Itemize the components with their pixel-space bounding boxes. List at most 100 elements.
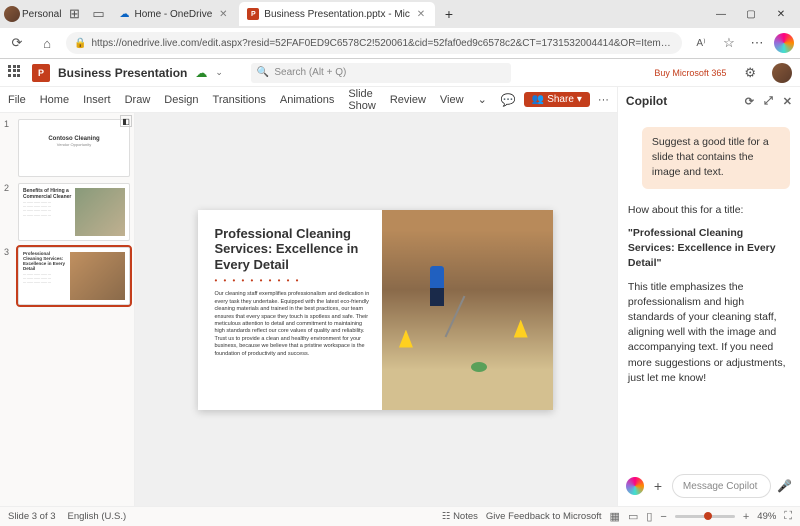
share-label: Share bbox=[547, 94, 574, 105]
notes-button[interactable]: ☷ Notes bbox=[442, 511, 478, 522]
tab-powerpoint[interactable]: P Business Presentation.pptx - Mic ✕ bbox=[239, 2, 435, 26]
thumb-number: 1 bbox=[4, 119, 14, 177]
zoom-thumb[interactable] bbox=[704, 512, 712, 520]
slide-counter[interactable]: Slide 3 of 3 bbox=[8, 511, 56, 522]
slide-canvas[interactable]: Professional Cleaning Services: Excellen… bbox=[135, 113, 617, 506]
microphone-icon[interactable]: 🎤 bbox=[777, 479, 792, 493]
normal-view-icon[interactable]: ▦ bbox=[610, 510, 620, 523]
buy-m365-link[interactable]: Buy Microsoft 365 bbox=[654, 68, 726, 78]
zoom-in-icon[interactable]: + bbox=[743, 511, 749, 523]
copilot-explanation: This title emphasizes the professionalis… bbox=[628, 280, 790, 387]
slide-text-area: Professional Cleaning Services: Excellen… bbox=[198, 210, 381, 410]
close-icon[interactable]: ✕ bbox=[217, 8, 229, 20]
thumbnail-3[interactable]: 3 Professional Cleaning Services: Excell… bbox=[4, 247, 130, 305]
ribbon-tab-review[interactable]: Review bbox=[390, 94, 426, 106]
url-input[interactable]: 🔒 https://onedrive.live.com/edit.aspx?re… bbox=[66, 32, 682, 54]
tab-strip: Personal ⊞ ▭ ☁ Home - OneDrive ✕ P Busin… bbox=[0, 0, 800, 28]
ribbon-tab-design[interactable]: Design bbox=[164, 94, 198, 106]
home-icon[interactable]: ⌂ bbox=[36, 32, 58, 54]
slideshow-view-icon[interactable]: ▭ bbox=[628, 510, 638, 523]
workspace: ◧ 1 Contoso CleaningVendor Opportunity 2… bbox=[0, 113, 617, 506]
onedrive-icon: ☁ bbox=[119, 9, 129, 20]
tab-actions-icon[interactable]: ▭ bbox=[87, 3, 109, 25]
copilot-icon[interactable] bbox=[774, 33, 794, 53]
ribbon-more-button[interactable]: ··· bbox=[598, 94, 609, 106]
profile-label: Personal bbox=[22, 9, 61, 20]
window-controls: ― ▢ ✕ bbox=[706, 1, 796, 27]
chevron-down-icon[interactable]: ⌄ bbox=[215, 67, 223, 78]
copilot-response: How about this for a title: "Professiona… bbox=[628, 203, 790, 386]
tab-label: Business Presentation.pptx - Mic bbox=[264, 9, 410, 20]
close-icon[interactable]: ✕ bbox=[415, 8, 427, 20]
collapse-thumbnails-icon[interactable]: ◧ bbox=[120, 115, 132, 127]
slide-heading[interactable]: Professional Cleaning Services: Excellen… bbox=[214, 226, 369, 273]
minimize-button[interactable]: ― bbox=[706, 1, 736, 27]
zoom-slider[interactable] bbox=[675, 515, 735, 518]
browser-chrome: Personal ⊞ ▭ ☁ Home - OneDrive ✕ P Busin… bbox=[0, 0, 800, 59]
title-bar: P Business Presentation ☁ ⌄ 🔍 Search (Al… bbox=[0, 59, 800, 87]
ribbon-tab-file[interactable]: File bbox=[8, 94, 26, 106]
tab-label: Home - OneDrive bbox=[134, 9, 212, 20]
ribbon-tab-view[interactable]: View bbox=[440, 94, 464, 106]
copilot-sparkle-icon[interactable] bbox=[626, 477, 644, 495]
thumbnail-2[interactable]: 2 Benefits of Hiring a Commercial Cleane… bbox=[4, 183, 130, 241]
share-icon: 👥 bbox=[532, 94, 544, 105]
share-button[interactable]: 👥 Share ▾ bbox=[524, 92, 590, 107]
maximize-button[interactable]: ▢ bbox=[736, 1, 766, 27]
copilot-intro: How about this for a title: bbox=[628, 203, 790, 218]
document-title[interactable]: Business Presentation bbox=[58, 66, 187, 80]
refresh-icon[interactable]: ⟳ bbox=[745, 95, 754, 108]
slide[interactable]: Professional Cleaning Services: Excellen… bbox=[198, 210, 553, 410]
ribbon-tab-animations[interactable]: Animations bbox=[280, 94, 334, 106]
ribbon-tab-slideshow[interactable]: Slide Show bbox=[348, 88, 376, 112]
language-status[interactable]: English (U.S.) bbox=[68, 511, 127, 522]
slide-image[interactable] bbox=[382, 210, 554, 410]
profile-avatar-icon[interactable] bbox=[4, 6, 20, 22]
copilot-input-row: + Message Copilot 🎤 bbox=[618, 468, 800, 506]
zoom-level[interactable]: 49% bbox=[757, 511, 776, 522]
copilot-input[interactable]: Message Copilot bbox=[672, 474, 771, 498]
saved-cloud-icon[interactable]: ☁ bbox=[195, 66, 207, 80]
mop-head-icon bbox=[471, 362, 487, 372]
refresh-icon[interactable]: ⟳ bbox=[6, 32, 28, 54]
thumbnail-1[interactable]: 1 Contoso CleaningVendor Opportunity bbox=[4, 119, 130, 177]
ribbon-tab-draw[interactable]: Draw bbox=[125, 94, 151, 106]
slide-body-text[interactable]: Our cleaning staff exemplifies professio… bbox=[214, 291, 369, 358]
new-tab-button[interactable]: + bbox=[437, 2, 461, 26]
tab-onedrive[interactable]: ☁ Home - OneDrive ✕ bbox=[111, 2, 237, 26]
copilot-conversation: Suggest a good title for a slide that co… bbox=[618, 115, 800, 468]
thumb-image-placeholder bbox=[70, 252, 125, 300]
search-input[interactable]: 🔍 Search (Alt + Q) bbox=[251, 63, 511, 83]
comments-icon[interactable]: 💬 bbox=[501, 93, 516, 107]
ribbon-tab-home[interactable]: Home bbox=[40, 94, 69, 106]
copilot-header: Copilot ⟳ ⤢ ✕ bbox=[618, 87, 800, 115]
powerpoint-app: P Business Presentation ☁ ⌄ 🔍 Search (Al… bbox=[0, 59, 800, 526]
feedback-link[interactable]: Give Feedback to Microsoft bbox=[486, 511, 602, 522]
favorite-icon[interactable]: ☆ bbox=[718, 32, 740, 54]
search-icon: 🔍 bbox=[257, 67, 269, 78]
copilot-suggestion: "Professional Cleaning Services: Excelle… bbox=[628, 227, 776, 269]
status-bar: Slide 3 of 3 English (U.S.) ☷ Notes Give… bbox=[0, 506, 800, 526]
account-avatar[interactable] bbox=[772, 63, 792, 83]
ribbon-chevron-icon[interactable]: ⌄ bbox=[478, 93, 487, 106]
workspaces-icon[interactable]: ⊞ bbox=[63, 3, 85, 25]
extensions-icon[interactable]: ⋯ bbox=[746, 32, 768, 54]
ribbon-tab-transitions[interactable]: Transitions bbox=[213, 94, 266, 106]
person-mopping-icon bbox=[430, 266, 460, 316]
powerpoint-icon: P bbox=[247, 8, 259, 20]
zoom-out-icon[interactable]: − bbox=[660, 511, 666, 523]
reading-view-icon[interactable]: ▯ bbox=[646, 510, 652, 523]
powerpoint-icon: P bbox=[32, 64, 50, 82]
settings-icon[interactable]: ⚙ bbox=[744, 65, 756, 81]
app-launcher-icon[interactable] bbox=[8, 65, 24, 81]
close-icon[interactable]: ✕ bbox=[783, 95, 792, 108]
add-attachment-icon[interactable]: + bbox=[650, 478, 666, 494]
caution-sign-icon bbox=[399, 330, 413, 348]
ribbon: File Home Insert Draw Design Transitions… bbox=[0, 87, 617, 113]
ribbon-tab-insert[interactable]: Insert bbox=[83, 94, 111, 106]
fit-to-window-icon[interactable]: ⛶ bbox=[784, 510, 792, 523]
read-aloud-icon[interactable]: A⁾ bbox=[690, 32, 712, 54]
close-button[interactable]: ✕ bbox=[766, 1, 796, 27]
caution-sign-icon bbox=[514, 320, 528, 338]
expand-icon[interactable]: ⤢ bbox=[764, 95, 773, 108]
